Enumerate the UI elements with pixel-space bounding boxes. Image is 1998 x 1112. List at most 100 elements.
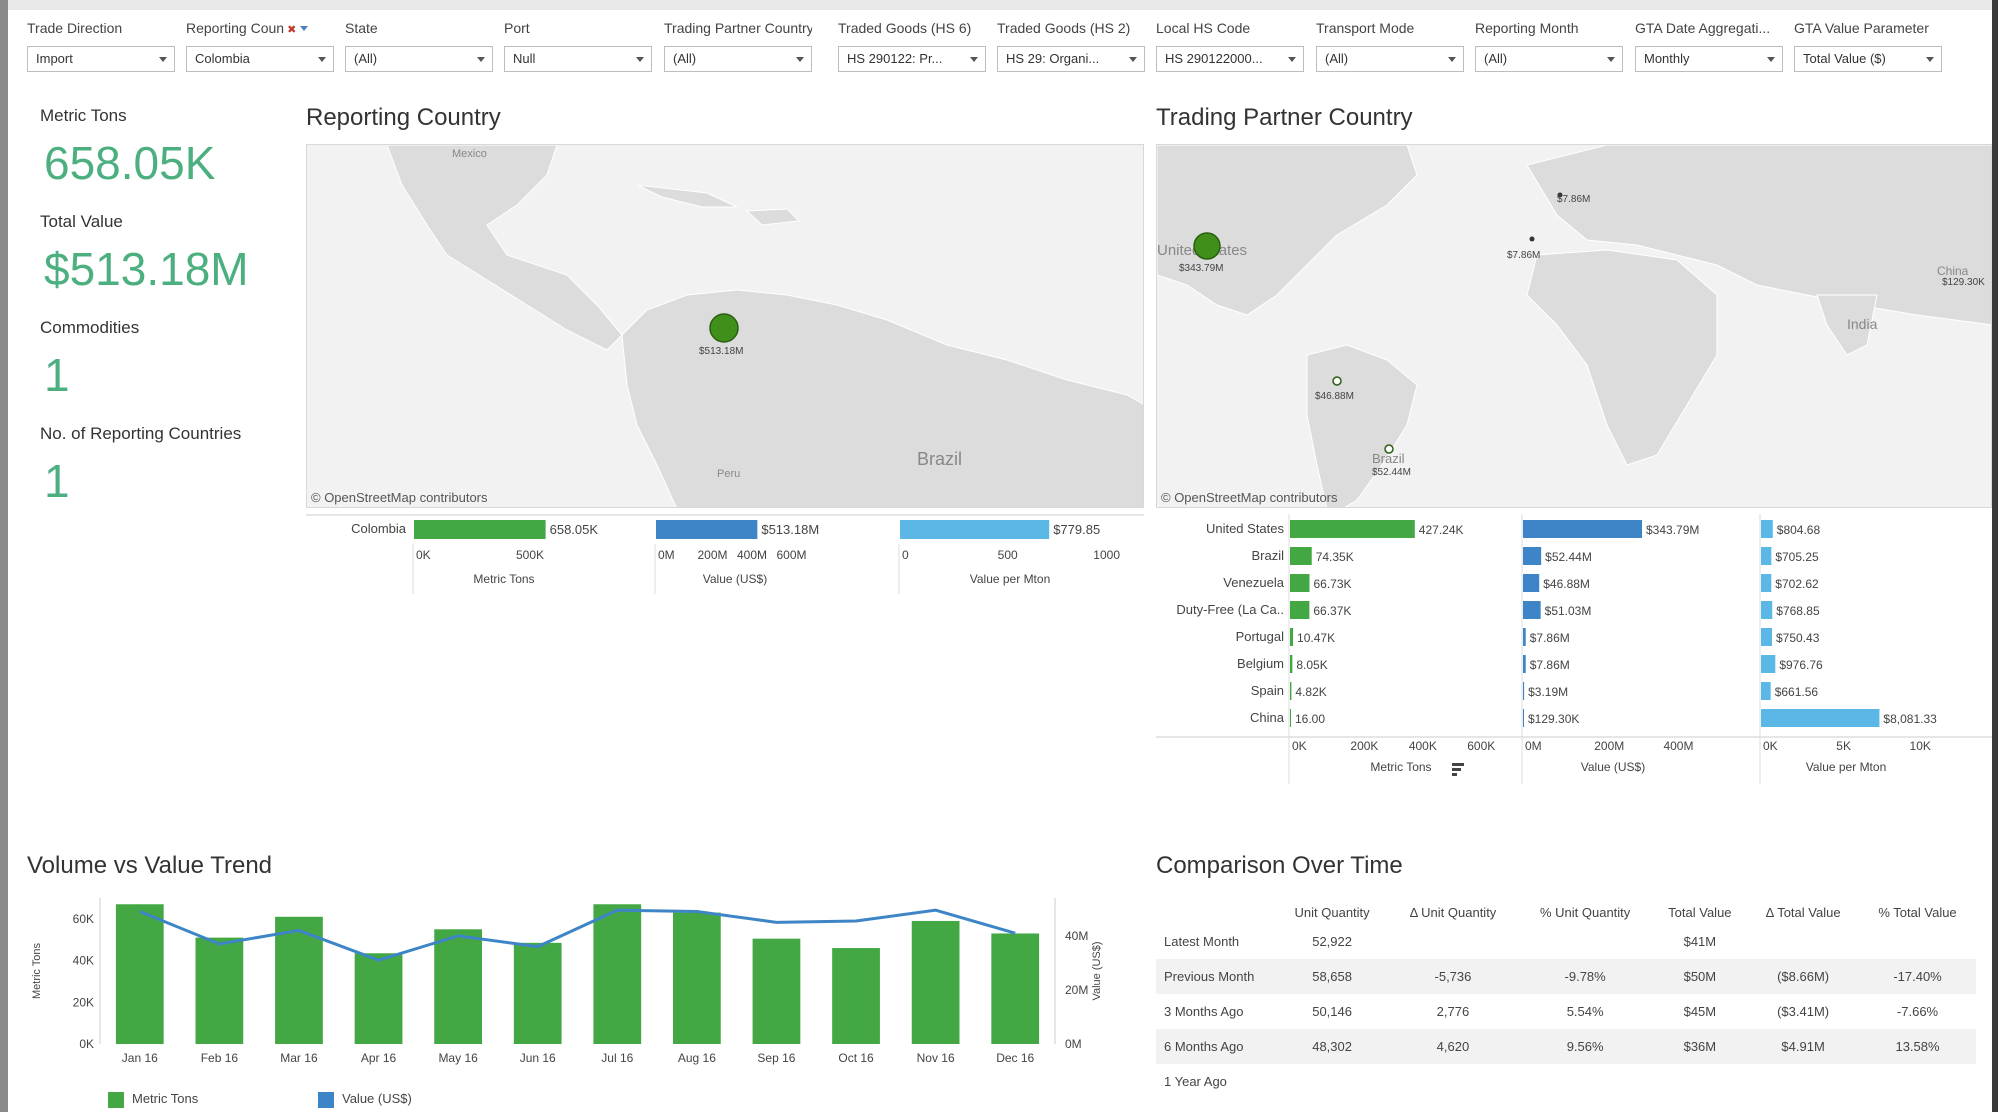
bar-value[interactable] (1523, 709, 1524, 727)
axis-tick: 10K (1910, 739, 1931, 753)
row-label: Brazil (1251, 548, 1284, 563)
bar-value[interactable] (1523, 682, 1525, 700)
trend-bar[interactable] (832, 948, 880, 1044)
column-header: Δ Unit Quantity (1409, 904, 1497, 920)
bar-tons[interactable] (1290, 520, 1415, 538)
legend-swatch-tons (108, 1091, 124, 1108)
filter-dropdown[interactable]: (All) (664, 46, 812, 72)
table-cell: 9.56% (1517, 1029, 1653, 1064)
filter-dropdown[interactable]: Colombia (186, 46, 334, 72)
bar-tons[interactable] (1290, 682, 1292, 700)
bar-per-mton[interactable] (900, 520, 1050, 539)
trend-bar[interactable] (195, 937, 244, 1044)
map-marker-portugal[interactable] (1529, 236, 1535, 242)
trend-bar[interactable] (911, 920, 960, 1044)
map-marker-bel-label: $7.86M (1557, 194, 1590, 205)
filter-dropdown[interactable]: Monthly (1635, 46, 1783, 72)
bar-per-mton[interactable] (1761, 601, 1773, 619)
bar-tons[interactable] (414, 520, 546, 539)
filter-dropdown[interactable]: (All) (1316, 46, 1464, 72)
map-marker-ven-label: $46.88M (1315, 391, 1354, 402)
reporting-country-bars: Colombia 658.05K 0K 500K Metric Tons $513.18M… (306, 514, 1144, 594)
sort-icon[interactable] (1452, 763, 1464, 766)
chevron-down-icon (796, 57, 804, 62)
filter-dropdown[interactable]: Null (504, 46, 652, 72)
filter-dropdown[interactable]: Import (27, 46, 175, 72)
sort-icon-bar (1452, 773, 1457, 776)
partner-map-credit: © OpenStreetMap contributors (1161, 490, 1338, 505)
bar-tons[interactable] (1290, 574, 1310, 592)
trend-bar[interactable] (991, 933, 1040, 1044)
filter-label: Local HS Code (1156, 20, 1251, 36)
trend-title: Volume vs Value Trend (27, 852, 273, 879)
bar-value-label: $976.76 (1779, 658, 1823, 672)
land-south-america (1306, 344, 1418, 507)
trend-bar[interactable] (434, 929, 482, 1044)
trend-bar[interactable] (354, 953, 403, 1044)
table-row: 1 Year Ago (1156, 1064, 1976, 1099)
bar-value-label: $705.25 (1775, 550, 1819, 564)
bar-value[interactable] (1523, 601, 1541, 619)
axis-tick: 600K (1467, 739, 1495, 753)
bar-value[interactable] (1523, 547, 1542, 565)
map-marker-colombia[interactable] (709, 313, 739, 343)
filter-dropdown[interactable]: (All) (1475, 46, 1623, 72)
filter-dropdown[interactable]: Total Value ($) (1794, 46, 1942, 72)
bar-per-mton[interactable] (1761, 628, 1772, 646)
bar-value-label: 658.05K (550, 522, 599, 537)
trend-bar[interactable] (673, 912, 721, 1044)
table-row: Previous Month 58,658 -5,736 -9.78% $50M ($8.… (1156, 959, 1976, 994)
bar-tons[interactable] (1290, 709, 1291, 727)
bar-value-label: 66.73K (1313, 577, 1351, 591)
trend-bar[interactable] (513, 942, 562, 1044)
trading-partner-map[interactable]: United States Brazil China India $343.79… (1156, 144, 1992, 508)
map-marker-venezuela[interactable] (1332, 376, 1342, 386)
column-header (1156, 900, 1276, 924)
trend-bar[interactable] (593, 904, 642, 1044)
y2-tick: 40M (1065, 929, 1088, 943)
bar-per-mton[interactable] (1761, 547, 1772, 565)
trend-bar[interactable] (115, 904, 164, 1044)
filter-dropdown[interactable]: HS 290122: Pr... (838, 46, 986, 72)
filter-dropdown[interactable]: HS 290122000... (1156, 46, 1304, 72)
filter-menu-icon[interactable] (300, 26, 309, 32)
chevron-down-icon (1607, 57, 1615, 62)
kpi-total-value-label: Total Value (40, 212, 123, 231)
axis-tick: 1000 (1093, 548, 1120, 562)
bar-tons[interactable] (1290, 547, 1312, 565)
bar-value[interactable] (656, 520, 758, 539)
map-marker-united-states[interactable] (1193, 232, 1221, 260)
bar-value[interactable] (1523, 655, 1526, 673)
column-header: Δ Total Value (1765, 904, 1841, 920)
y-tick: 0K (79, 1037, 94, 1051)
filter-8: Transport Mode (All) (1316, 20, 1464, 72)
bar-tons[interactable] (1290, 628, 1294, 646)
bar-per-mton[interactable] (1761, 520, 1773, 538)
clear-filter-icon[interactable]: ✖ (287, 23, 296, 36)
filter-label: Reporting Coun (186, 20, 285, 36)
reporting-country-map[interactable]: Mexico Brazil Peru $513.18M © OpenStreet… (306, 144, 1144, 508)
bar-tons[interactable] (1290, 601, 1310, 619)
table-cell: Previous Month (1156, 959, 1276, 994)
bar-per-mton[interactable] (1761, 574, 1772, 592)
bar-per-mton[interactable] (1761, 709, 1880, 727)
bar-per-mton[interactable] (1761, 655, 1776, 673)
bar-per-mton[interactable] (1761, 682, 1771, 700)
map-marker-colombia-label: $513.18M (699, 346, 743, 357)
filter-label: Port (504, 20, 530, 36)
trend-value-line[interactable] (139, 908, 1016, 962)
filter-dropdown[interactable]: HS 29: Organi... (997, 46, 1145, 72)
trend-bar[interactable] (752, 938, 801, 1044)
window-left-border (0, 0, 8, 1112)
table-cell (1518, 1064, 1653, 1099)
filter-value: HS 290122000... (1165, 51, 1263, 66)
bar-value[interactable] (1523, 520, 1643, 538)
filter-label: GTA Date Aggregati... (1635, 20, 1771, 36)
trend-chart[interactable]: 0K 20K 40K 60K 0M 20M 40M Metric Tons Value (US$… (20, 888, 1120, 1074)
bar-value[interactable] (1523, 574, 1540, 592)
map-marker-brazil[interactable] (1384, 444, 1394, 454)
map-marker-bra-label: $52.44M (1372, 467, 1411, 478)
bar-value[interactable] (1523, 628, 1526, 646)
filter-dropdown[interactable]: (All) (345, 46, 493, 72)
bar-tons[interactable] (1290, 655, 1293, 673)
